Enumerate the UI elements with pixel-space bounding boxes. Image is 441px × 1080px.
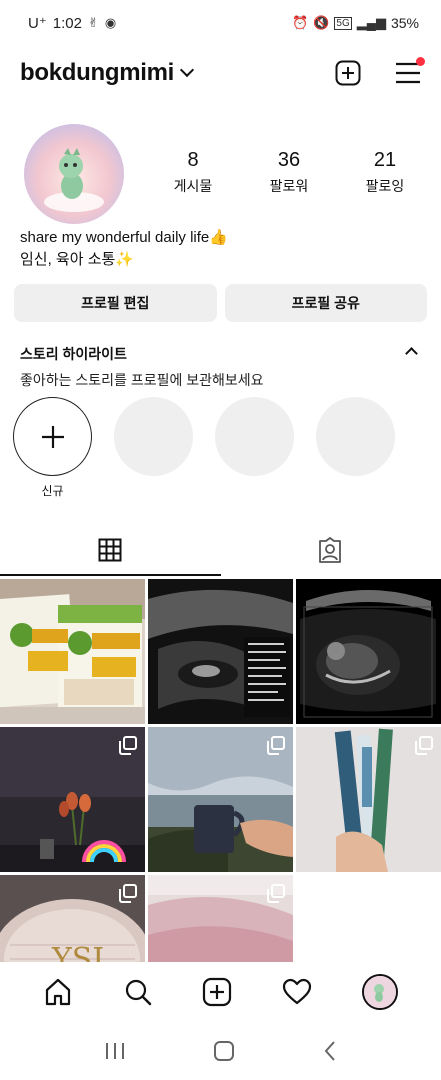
followers-count[interactable]: 36 팔로워 [241, 148, 337, 196]
profile-avatar-small [362, 974, 399, 1010]
search-tab[interactable] [123, 977, 153, 1007]
account-switch-chevron-icon[interactable] [179, 62, 195, 78]
ultrasound-image [148, 579, 293, 724]
home-tab[interactable] [43, 977, 73, 1007]
post-thumbnail[interactable] [148, 727, 293, 872]
battery-level: 35% [390, 15, 419, 31]
multiple-photos-icon [119, 736, 137, 755]
notification-icon: ✌ [87, 15, 99, 30]
notification-dot [416, 57, 425, 66]
plus-icon [41, 425, 64, 448]
mute-icon: 🔇 [313, 15, 330, 30]
profile-bio: share my wonderful daily life👍 임신, 육아 소통… [20, 227, 228, 271]
stat-label: 팔로잉 [365, 178, 405, 194]
back-button[interactable] [322, 1040, 338, 1062]
carrier-label: U⁺ [28, 15, 47, 32]
plus-square-icon [335, 60, 361, 86]
highlights-subtitle: 좋아하는 스토리를 프로필에 보관해보세요 [20, 372, 264, 388]
active-tab-indicator [0, 574, 221, 576]
home-icon [45, 978, 70, 1006]
menu-button[interactable] [395, 57, 425, 85]
multiple-photos-icon [119, 884, 137, 903]
clock: 1:02 [52, 14, 82, 32]
profile-header: bokdungmimi [0, 48, 441, 98]
highlight-placeholder [114, 397, 193, 499]
home-square-icon [214, 1041, 235, 1061]
stat-label: 게시물 [173, 178, 213, 194]
create-tab[interactable] [202, 977, 232, 1007]
network-badge: 5G [334, 16, 352, 30]
tagged-person-icon [319, 537, 341, 563]
profile-tab[interactable] [362, 974, 399, 1010]
ultrasound-image [296, 579, 441, 724]
alarm-icon: ⏰ [292, 15, 309, 30]
multiple-photos-icon [415, 736, 433, 755]
share-profile-button[interactable]: 프로필 공유 [224, 284, 427, 322]
tab-posts-grid[interactable] [0, 524, 220, 576]
avatar-illustration [24, 124, 124, 224]
highlights-title: 스토리 하이라이트 [20, 346, 127, 362]
create-post-button[interactable] [335, 60, 361, 86]
profile-stats: 8 게시물 36 팔로워 21 팔로잉 [145, 148, 435, 196]
new-highlight-item[interactable]: 신규 [13, 397, 92, 499]
profile-avatar[interactable] [24, 124, 124, 224]
edit-profile-button[interactable]: 프로필 편집 [14, 284, 217, 322]
multiple-photos-icon [267, 736, 285, 755]
plus-square-icon [203, 977, 232, 1007]
stat-value: 21 [373, 149, 397, 171]
username[interactable]: bokdungmimi [20, 59, 174, 87]
search-icon [125, 979, 151, 1006]
post-thumbnail[interactable] [296, 727, 441, 872]
heart-icon [283, 978, 312, 1005]
post-thumbnail[interactable] [296, 579, 441, 724]
profile-tabs [0, 524, 441, 576]
bio-line: 임신, 육아 소통✨ [20, 251, 134, 268]
posts-count[interactable]: 8 게시물 [145, 148, 241, 196]
post-thumbnail[interactable] [0, 579, 145, 724]
post-thumbnail[interactable] [0, 727, 145, 872]
tab-tagged[interactable] [220, 524, 440, 576]
bottom-navigation [0, 962, 441, 1022]
home-button[interactable] [213, 1040, 235, 1062]
new-highlight-button[interactable] [13, 397, 92, 476]
multiple-photos-icon [267, 884, 285, 903]
collapse-chevron-up-icon[interactable] [405, 347, 418, 360]
recent-apps-button[interactable] [103, 1041, 127, 1061]
app-notification-icon: ◉ [104, 15, 117, 30]
posts-grid: YSL [0, 579, 441, 1020]
new-highlight-label: 신규 [41, 484, 64, 498]
signal-icon: ▂▄▆ [356, 15, 386, 30]
recent-apps-icon [106, 1043, 125, 1059]
avatar-illustration [364, 976, 397, 1008]
grid-icon [98, 538, 122, 562]
stat-value: 36 [277, 149, 301, 171]
system-navigation [0, 1022, 441, 1080]
highlight-placeholder [215, 397, 294, 499]
following-count[interactable]: 21 팔로잉 [337, 148, 433, 196]
highlight-placeholder [316, 397, 395, 499]
activity-tab[interactable] [282, 977, 312, 1007]
highlight-placeholder-circle [114, 397, 193, 476]
stat-label: 팔로워 [269, 178, 309, 194]
bio-line: share my wonderful daily life👍 [20, 229, 228, 246]
status-bar: U⁺ 1:02 ✌ ◉ ⏰ 🔇 5G ▂▄▆ 35% [0, 0, 441, 46]
stat-value: 8 [187, 149, 199, 171]
post-thumbnail[interactable] [148, 579, 293, 724]
profile-actions: 프로필 편집 프로필 공유 [14, 284, 427, 322]
highlight-placeholder-circle [215, 397, 294, 476]
product-boxes-image [0, 579, 145, 724]
highlights-row: 신규 [13, 397, 395, 499]
back-chevron-icon [324, 1041, 335, 1061]
highlight-placeholder-circle [316, 397, 395, 476]
